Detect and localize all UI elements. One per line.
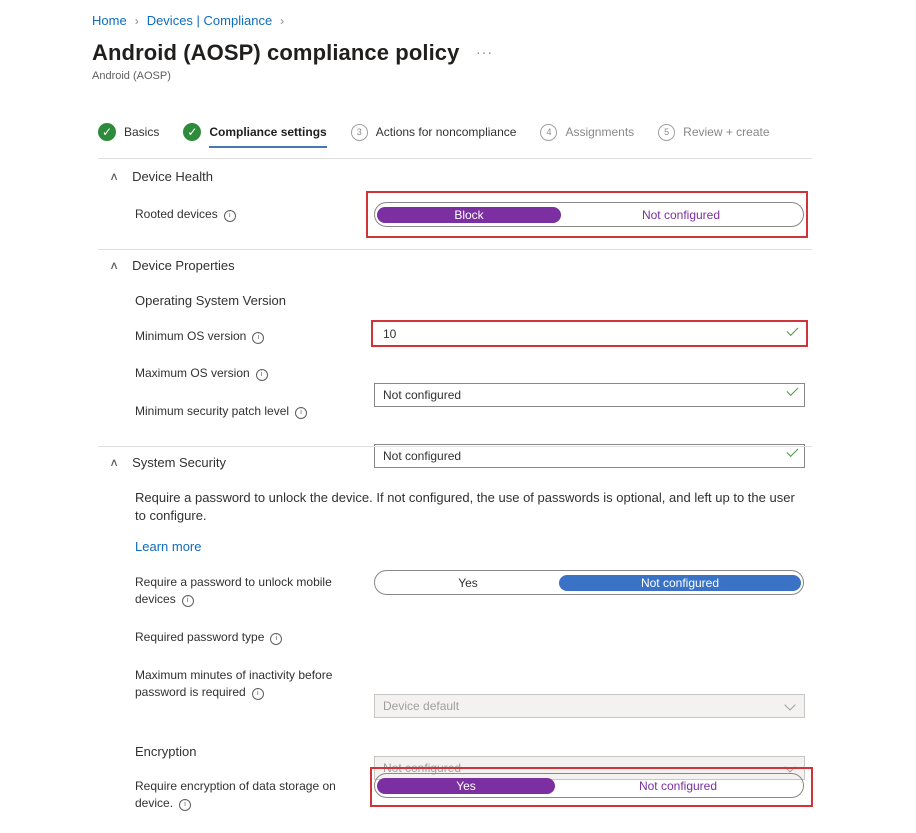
info-icon[interactable]: i xyxy=(295,407,308,419)
os-version-heading: Operating System Version xyxy=(135,293,287,308)
field-label-text: Minimum OS version xyxy=(135,329,247,343)
input-value: Not configured xyxy=(383,449,462,463)
require-password-label: Require a password to unlock mobile devi… xyxy=(135,574,332,608)
section-title: Device Health xyxy=(132,169,213,184)
toggle-option-block[interactable]: Block xyxy=(377,206,561,223)
step-label: Actions for noncompliance xyxy=(375,125,517,139)
field-label-text: device. xyxy=(135,796,174,810)
info-icon[interactable]: i xyxy=(252,332,265,344)
learn-more-link[interactable]: Learn more xyxy=(135,539,201,554)
info-icon[interactable]: i xyxy=(223,210,236,222)
breadcrumb: Home › Devices | Compliance › xyxy=(92,13,284,28)
step-label: Compliance settings xyxy=(209,125,327,139)
step-label: Review + create xyxy=(683,125,770,139)
patch-level-input[interactable]: Not configured xyxy=(374,444,805,468)
step-label: Assignments xyxy=(565,125,635,139)
input-value: Not configured xyxy=(383,388,462,402)
chevron-down-icon xyxy=(784,699,796,711)
max-os-label: Maximum OS version i xyxy=(135,365,268,382)
step-review-create[interactable]: 5 Review + create xyxy=(658,118,770,146)
step-number: 4 xyxy=(540,123,558,141)
step-number: 3 xyxy=(350,123,368,141)
field-label-text: Maximum minutes of inactivity before xyxy=(135,668,333,682)
toggle-option-yes[interactable]: Yes xyxy=(377,575,559,591)
encryption-toggle[interactable]: Yes Not configured xyxy=(374,773,804,798)
select-value: Device default xyxy=(383,699,460,713)
section-title: System Security xyxy=(132,455,226,470)
inactivity-label: Maximum minutes of inactivity before pas… xyxy=(135,667,332,701)
rooted-devices-toggle[interactable]: Block Not configured xyxy=(374,202,804,227)
divider xyxy=(98,249,812,250)
rooted-devices-label: Rooted devices i xyxy=(135,206,236,223)
section-device-properties-header[interactable]: ∧ Device Properties xyxy=(109,258,235,273)
info-icon[interactable]: i xyxy=(270,633,283,645)
checkmark-icon xyxy=(786,323,799,337)
step-number: 5 xyxy=(658,123,676,141)
toggle-option-yes[interactable]: Yes xyxy=(377,777,555,794)
password-type-select[interactable]: Device default xyxy=(374,694,805,718)
chevron-up-icon: ∧ xyxy=(109,457,119,469)
field-label-text: Require a password to unlock mobile xyxy=(135,575,332,589)
input-value: 10 xyxy=(383,326,397,341)
wizard-steps: ✓ Basics ✓ Compliance settings 3 Actions… xyxy=(98,118,794,148)
divider xyxy=(98,158,812,159)
toggle-option-not-configured[interactable]: Not configured xyxy=(561,207,801,223)
checkmark-circle-icon: ✓ xyxy=(183,123,202,141)
info-icon[interactable]: i xyxy=(251,688,264,700)
field-label-text: password is required xyxy=(135,685,246,699)
more-options-icon[interactable]: ··· xyxy=(476,44,493,60)
section-device-health-header[interactable]: ∧ Device Health xyxy=(109,169,213,184)
step-label: Basics xyxy=(124,125,160,139)
field-label-text: devices xyxy=(135,592,176,606)
field-label-text: Maximum OS version xyxy=(135,366,250,380)
checkmark-circle-icon: ✓ xyxy=(98,123,116,141)
section-title: Device Properties xyxy=(132,258,235,273)
section-system-security-header[interactable]: ∧ System Security xyxy=(109,455,226,470)
page-subtitle: Android (AOSP) xyxy=(92,70,171,82)
page-title: Android (AOSP) compliance policy xyxy=(92,40,460,65)
checkmark-icon xyxy=(786,383,799,397)
toggle-option-not-configured[interactable]: Not configured xyxy=(555,778,801,794)
password-type-label: Required password type i xyxy=(135,629,283,646)
step-compliance-settings[interactable]: ✓ Compliance settings xyxy=(183,118,328,148)
chevron-right-icon: › xyxy=(280,13,285,28)
encryption-heading: Encryption xyxy=(135,744,197,759)
info-icon[interactable]: i xyxy=(255,369,268,381)
chevron-up-icon: ∧ xyxy=(109,171,119,183)
field-label-text: Required password type xyxy=(135,630,265,644)
info-icon[interactable]: i xyxy=(179,799,192,811)
step-assignments[interactable]: 4 Assignments xyxy=(540,118,634,146)
divider xyxy=(98,446,812,447)
info-icon[interactable]: i xyxy=(181,595,194,607)
system-security-description: Require a password to unlock the device.… xyxy=(135,490,795,523)
min-os-label: Minimum OS version i xyxy=(135,328,265,345)
patch-level-label: Minimum security patch level i xyxy=(135,403,308,420)
toggle-option-not-configured[interactable]: Not configured xyxy=(559,574,801,591)
field-label-text: Require encryption of data storage on xyxy=(135,779,336,793)
chevron-up-icon: ∧ xyxy=(109,260,119,272)
min-os-input[interactable]: 10 xyxy=(374,323,805,344)
field-label-text: Rooted devices xyxy=(135,207,218,221)
require-password-toggle[interactable]: Yes Not configured xyxy=(374,570,804,595)
breadcrumb-home-link[interactable]: Home xyxy=(92,13,127,28)
step-basics[interactable]: ✓ Basics xyxy=(98,118,159,146)
encryption-label: Require encryption of data storage on de… xyxy=(135,778,336,812)
field-label-text: Minimum security patch level xyxy=(135,404,290,418)
chevron-right-icon: › xyxy=(134,13,139,28)
step-actions-for-noncompliance[interactable]: 3 Actions for noncompliance xyxy=(350,118,517,146)
max-os-input[interactable]: Not configured xyxy=(374,383,805,407)
breadcrumb-devices-link[interactable]: Devices | Compliance xyxy=(147,13,272,28)
